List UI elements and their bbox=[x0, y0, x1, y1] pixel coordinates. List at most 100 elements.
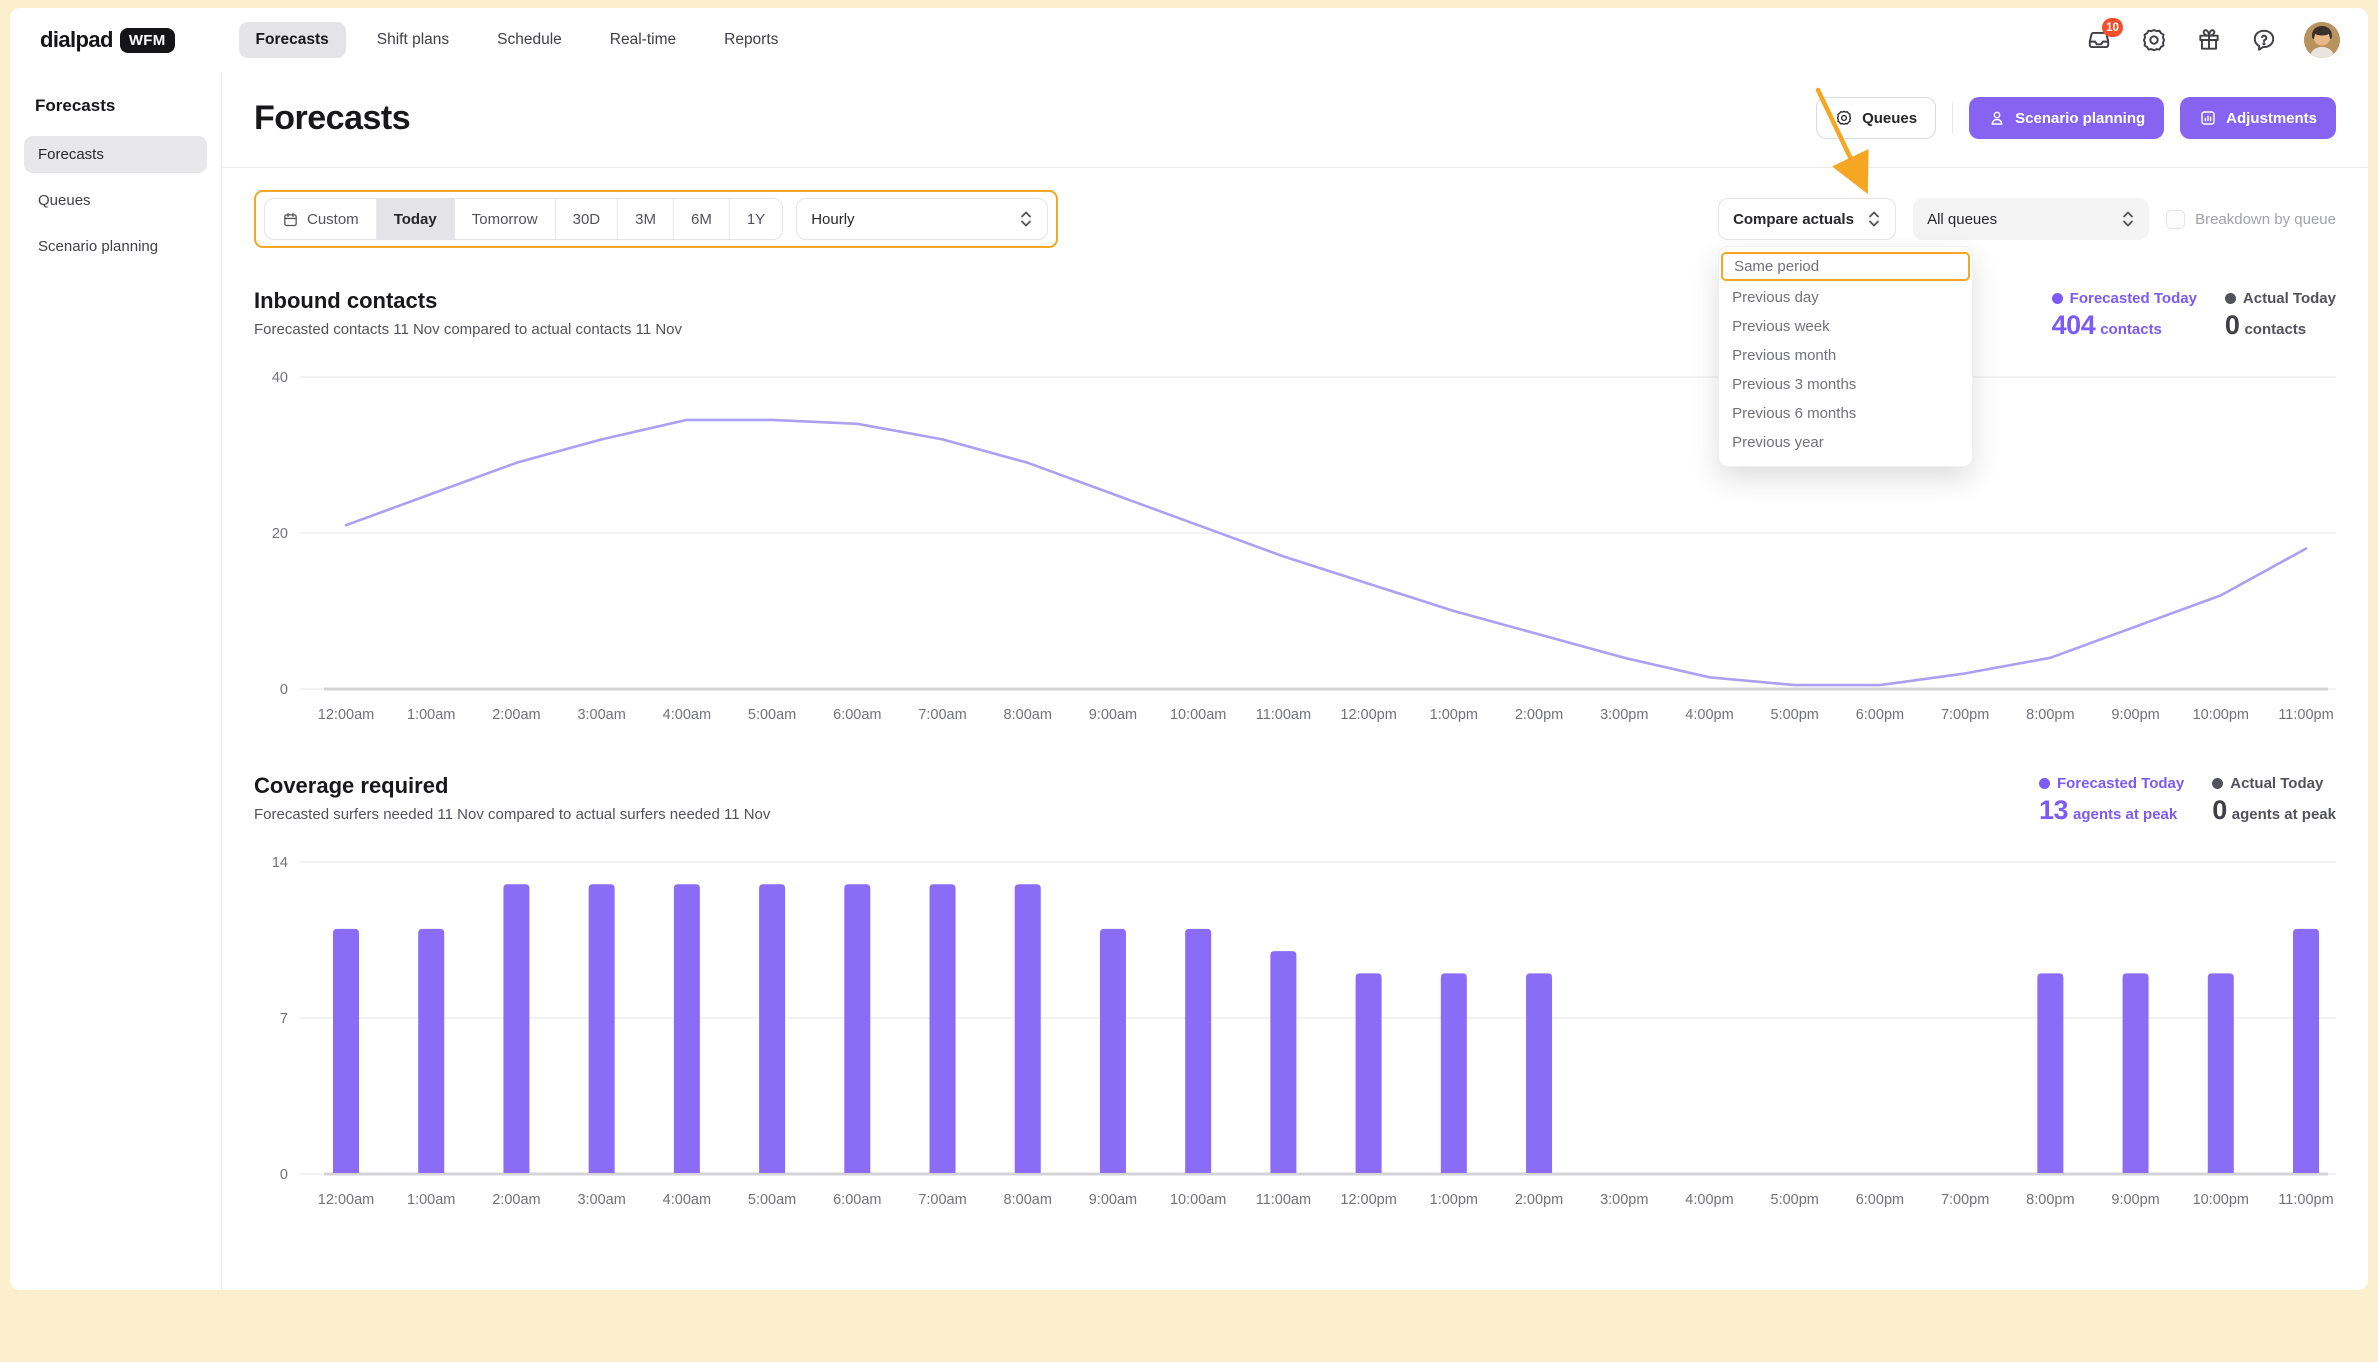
svg-text:9:00am: 9:00am bbox=[1089, 707, 1137, 723]
forecast-dot bbox=[2052, 293, 2063, 304]
main-content: Forecasts Queues bbox=[222, 72, 2368, 1290]
coverage-forecast-value: 13 bbox=[2039, 795, 2068, 825]
svg-text:5:00pm: 5:00pm bbox=[1771, 707, 1819, 723]
queue-filter-select[interactable]: All queues bbox=[1913, 198, 2149, 240]
svg-text:11:00pm: 11:00pm bbox=[2278, 1192, 2333, 1208]
svg-text:6:00am: 6:00am bbox=[833, 707, 881, 723]
svg-text:1:00pm: 1:00pm bbox=[1430, 707, 1478, 723]
svg-text:0: 0 bbox=[280, 1167, 288, 1183]
compare-menu-item-previous-month[interactable]: Previous month bbox=[1719, 341, 1972, 370]
coverage-legend: Forecasted Today 13agents at peak Actual… bbox=[2039, 775, 2336, 826]
svg-text:12:00pm: 12:00pm bbox=[1340, 707, 1396, 723]
coverage-bar-chart[interactable]: 071412:00am1:00am2:00am3:00am4:00am5:00a… bbox=[254, 848, 2336, 1212]
coverage-required-section: Coverage required Forecasted surfers nee… bbox=[254, 773, 2336, 1212]
inbox-count-badge: 10 bbox=[2102, 18, 2123, 37]
svg-text:8:00am: 8:00am bbox=[1004, 1192, 1052, 1208]
granularity-select[interactable]: Hourly bbox=[796, 198, 1048, 240]
coverage-actual-value: 0 bbox=[2212, 795, 2227, 825]
scenario-planning-button[interactable]: Scenario planning bbox=[1969, 97, 2164, 139]
nav-tab-real-time[interactable]: Real-time bbox=[593, 22, 693, 58]
compare-menu-item-previous-year[interactable]: Previous year bbox=[1719, 428, 1972, 457]
range-segment-custom[interactable]: Custom bbox=[265, 199, 377, 239]
range-segment-today[interactable]: Today bbox=[377, 199, 455, 239]
svg-text:5:00am: 5:00am bbox=[748, 707, 796, 723]
range-segment-3m[interactable]: 3M bbox=[618, 199, 674, 239]
dialpad-logo[interactable]: dialpad WFM bbox=[40, 27, 175, 53]
sidebar: Forecasts ForecastsQueuesScenario planni… bbox=[10, 72, 222, 1290]
page-title: Forecasts bbox=[254, 99, 410, 138]
settings-gear-icon[interactable] bbox=[2139, 25, 2169, 55]
svg-text:1:00pm: 1:00pm bbox=[1430, 1192, 1478, 1208]
adjustments-label: Adjustments bbox=[2226, 110, 2317, 127]
queues-button[interactable]: Queues bbox=[1816, 97, 1936, 139]
actual-dot bbox=[2225, 293, 2236, 304]
svg-text:8:00pm: 8:00pm bbox=[2026, 707, 2074, 723]
actual-dot bbox=[2212, 778, 2223, 789]
svg-text:0: 0 bbox=[280, 682, 288, 698]
nav-right-icons: 10 bbox=[2084, 22, 2340, 58]
header-divider-vertical bbox=[1952, 103, 1953, 133]
svg-text:2:00pm: 2:00pm bbox=[1515, 1192, 1563, 1208]
sidebar-item-forecasts[interactable]: Forecasts bbox=[24, 136, 207, 173]
svg-text:10:00am: 10:00am bbox=[1170, 707, 1226, 723]
inbound-legend: Forecasted Today 404contacts Actual Toda… bbox=[2052, 290, 2336, 341]
svg-text:8:00am: 8:00am bbox=[1004, 707, 1052, 723]
inbox-icon[interactable]: 10 bbox=[2084, 25, 2114, 55]
svg-text:6:00pm: 6:00pm bbox=[1856, 1192, 1904, 1208]
calendar-icon bbox=[282, 211, 299, 228]
svg-text:4:00am: 4:00am bbox=[663, 1192, 711, 1208]
compare-menu-item-previous-3-months[interactable]: Previous 3 months bbox=[1719, 370, 1972, 399]
adjustments-button[interactable]: Adjustments bbox=[2180, 97, 2336, 139]
svg-text:4:00am: 4:00am bbox=[663, 707, 711, 723]
nav-tab-shift-plans[interactable]: Shift plans bbox=[360, 22, 466, 58]
compare-actuals-select[interactable]: Compare actuals bbox=[1718, 198, 1896, 240]
compare-actuals-menu: Same periodPrevious dayPrevious weekPrev… bbox=[1718, 246, 1973, 467]
breakdown-checkbox[interactable] bbox=[2166, 210, 2185, 229]
breakdown-label: Breakdown by queue bbox=[2195, 211, 2336, 228]
help-icon[interactable] bbox=[2249, 25, 2279, 55]
nav-tabs: Forecasts Shift plans Schedule Real-time Rep… bbox=[239, 22, 796, 58]
svg-text:10:00am: 10:00am bbox=[1170, 1192, 1226, 1208]
range-segment-1y[interactable]: 1Y bbox=[730, 199, 782, 239]
range-segment-6m[interactable]: 6M bbox=[674, 199, 730, 239]
svg-text:12:00am: 12:00am bbox=[318, 707, 374, 723]
range-segment-30d[interactable]: 30D bbox=[556, 199, 619, 239]
nav-tab-schedule[interactable]: Schedule bbox=[480, 22, 579, 58]
app-window: dialpad WFM Forecasts Shift plans Schedule… bbox=[10, 8, 2368, 1290]
svg-text:7:00pm: 7:00pm bbox=[1941, 1192, 1989, 1208]
sidebar-item-queues[interactable]: Queues bbox=[24, 182, 207, 219]
nav-tab-reports[interactable]: Reports bbox=[707, 22, 795, 58]
svg-text:11:00am: 11:00am bbox=[1256, 707, 1311, 723]
svg-text:10:00pm: 10:00pm bbox=[2193, 1192, 2249, 1208]
compare-menu-item-previous-6-months[interactable]: Previous 6 months bbox=[1719, 399, 1972, 428]
breakdown-by-queue-toggle[interactable]: Breakdown by queue bbox=[2166, 198, 2336, 240]
inbound-subtitle: Forecasted contacts 11 Nov compared to a… bbox=[254, 321, 682, 338]
nav-tab-forecasts[interactable]: Forecasts bbox=[239, 22, 346, 58]
compare-menu-item-previous-day[interactable]: Previous day bbox=[1719, 283, 1972, 312]
compare-actuals-value: Compare actuals bbox=[1733, 211, 1854, 228]
svg-text:2:00am: 2:00am bbox=[492, 1192, 540, 1208]
svg-text:4:00pm: 4:00pm bbox=[1685, 707, 1733, 723]
coverage-title: Coverage required bbox=[254, 773, 770, 799]
compare-menu-item-previous-week[interactable]: Previous week bbox=[1719, 312, 1972, 341]
avatar[interactable] bbox=[2304, 22, 2340, 58]
inbound-line-chart[interactable]: 0204012:00am1:00am2:00am3:00am4:00am5:00… bbox=[254, 363, 2336, 727]
sidebar-item-scenario-planning[interactable]: Scenario planning bbox=[24, 228, 207, 265]
svg-text:3:00am: 3:00am bbox=[577, 707, 625, 723]
svg-text:11:00pm: 11:00pm bbox=[2278, 707, 2333, 723]
logo-wfm-badge: WFM bbox=[120, 28, 175, 53]
date-range-annotation-box: CustomTodayTomorrow30D3M6M1Y Hourly bbox=[254, 190, 1058, 248]
svg-text:9:00am: 9:00am bbox=[1089, 1192, 1137, 1208]
top-nav: dialpad WFM Forecasts Shift plans Schedule… bbox=[10, 8, 2368, 72]
svg-text:8:00pm: 8:00pm bbox=[2026, 1192, 2074, 1208]
logo-wordmark: dialpad bbox=[40, 27, 113, 53]
gift-icon[interactable] bbox=[2194, 25, 2224, 55]
compare-menu-item-same-period[interactable]: Same period bbox=[1721, 252, 1970, 281]
svg-text:1:00am: 1:00am bbox=[407, 1192, 455, 1208]
coverage-subtitle: Forecasted surfers needed 11 Nov compare… bbox=[254, 806, 770, 823]
queue-filter-value: All queues bbox=[1927, 211, 1997, 228]
svg-text:9:00pm: 9:00pm bbox=[2111, 707, 2159, 723]
svg-text:12:00pm: 12:00pm bbox=[1340, 1192, 1396, 1208]
range-segment-tomorrow[interactable]: Tomorrow bbox=[455, 199, 556, 239]
header-divider bbox=[222, 167, 2368, 168]
